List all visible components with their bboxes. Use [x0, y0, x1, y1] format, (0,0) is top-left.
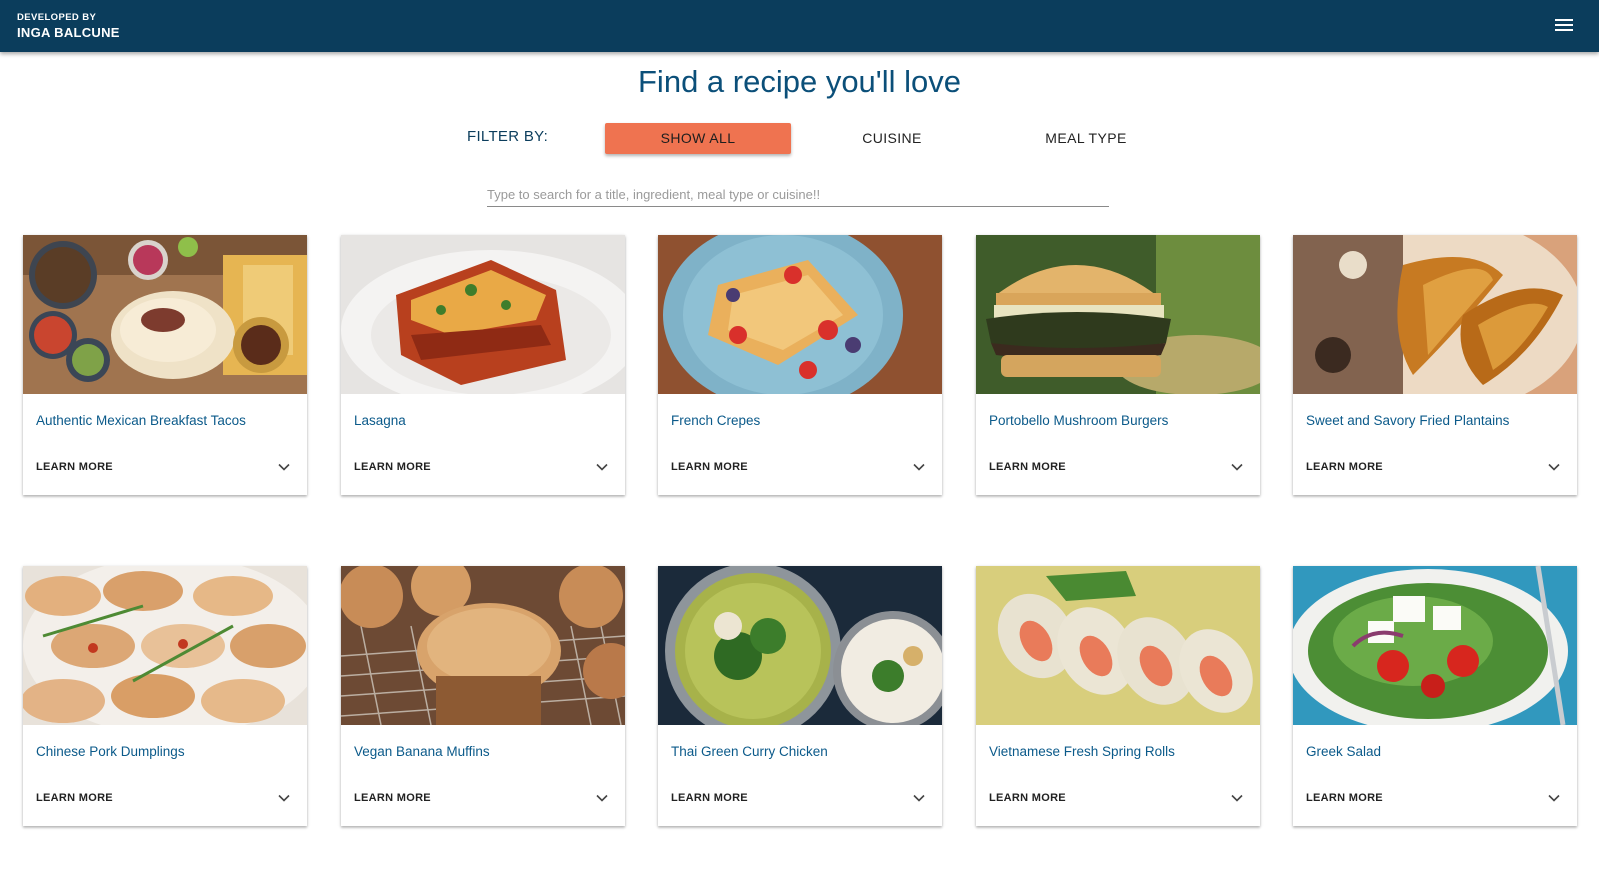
chevron-down-icon[interactable] — [595, 460, 609, 474]
recipe-card: French Crepes LEARN MORE — [658, 235, 942, 495]
learn-more-button[interactable]: LEARN MORE — [36, 461, 113, 473]
hamburger-menu-icon[interactable] — [1555, 17, 1573, 33]
learn-more-button[interactable]: LEARN MORE — [36, 792, 113, 804]
recipe-card: Vegan Banana Muffins LEARN MORE — [341, 566, 625, 826]
filter-by-label: FILTER BY: — [467, 128, 549, 145]
search-input[interactable] — [487, 183, 1109, 205]
chevron-down-icon[interactable] — [1230, 791, 1244, 805]
chevron-down-icon[interactable] — [277, 791, 291, 805]
recipe-title[interactable]: Chinese Pork Dumplings — [36, 744, 185, 759]
recipe-title[interactable]: Greek Salad — [1306, 744, 1381, 759]
recipe-card: Greek Salad LEARN MORE — [1293, 566, 1577, 826]
recipe-photo-crepes[interactable] — [658, 235, 942, 394]
learn-more-button[interactable]: LEARN MORE — [1306, 792, 1383, 804]
recipe-title[interactable]: Portobello Mushroom Burgers — [989, 413, 1168, 428]
developer-credit: DEVELOPED BY INGA BALCUNE — [17, 13, 120, 39]
recipe-card: Thai Green Curry Chicken LEARN MORE — [658, 566, 942, 826]
chevron-down-icon[interactable] — [1230, 460, 1244, 474]
recipe-photo-muffins[interactable] — [341, 566, 625, 725]
recipe-photo-spring-rolls[interactable] — [976, 566, 1260, 725]
recipe-card: Lasagna LEARN MORE — [341, 235, 625, 495]
recipe-photo-dumplings[interactable] — [23, 566, 307, 725]
recipe-photo-lasagna[interactable] — [341, 235, 625, 394]
page-title: Find a recipe you'll love — [638, 64, 961, 99]
learn-more-button[interactable]: LEARN MORE — [989, 792, 1066, 804]
filter-cuisine-button[interactable]: CUISINE — [799, 123, 985, 154]
recipe-title[interactable]: Vietnamese Fresh Spring Rolls — [989, 744, 1175, 759]
recipe-photo-tacos[interactable] — [23, 235, 307, 394]
recipe-photo-plantains[interactable] — [1293, 235, 1577, 394]
learn-more-button[interactable]: LEARN MORE — [1306, 461, 1383, 473]
filter-meal-type-button[interactable]: MEAL TYPE — [993, 123, 1179, 154]
recipe-card: Portobello Mushroom Burgers LEARN MORE — [976, 235, 1260, 495]
recipe-title[interactable]: Vegan Banana Muffins — [354, 744, 490, 759]
chevron-down-icon[interactable] — [912, 460, 926, 474]
filter-show-all-button[interactable]: SHOW ALL — [605, 123, 791, 154]
recipe-photo-burger[interactable] — [976, 235, 1260, 394]
recipe-title[interactable]: Sweet and Savory Fried Plantains — [1306, 413, 1509, 428]
chevron-down-icon[interactable] — [595, 791, 609, 805]
chevron-down-icon[interactable] — [912, 791, 926, 805]
learn-more-button[interactable]: LEARN MORE — [671, 792, 748, 804]
chevron-down-icon[interactable] — [1547, 791, 1561, 805]
recipe-card: Vietnamese Fresh Spring Rolls LEARN MORE — [976, 566, 1260, 826]
recipe-card: Sweet and Savory Fried Plantains LEARN M… — [1293, 235, 1577, 495]
chevron-down-icon[interactable] — [1547, 460, 1561, 474]
recipe-photo-curry[interactable] — [658, 566, 942, 725]
recipe-photo-greek-salad[interactable] — [1293, 566, 1577, 725]
recipe-title[interactable]: Thai Green Curry Chicken — [671, 744, 828, 759]
recipe-card: Authentic Mexican Breakfast Tacos LEARN … — [23, 235, 307, 495]
developer-name: INGA BALCUNE — [17, 24, 120, 40]
learn-more-button[interactable]: LEARN MORE — [671, 461, 748, 473]
app-bar: DEVELOPED BY INGA BALCUNE — [0, 0, 1599, 52]
recipe-card: Chinese Pork Dumplings LEARN MORE — [23, 566, 307, 826]
learn-more-button[interactable]: LEARN MORE — [354, 792, 431, 804]
recipe-title[interactable]: Lasagna — [354, 413, 406, 428]
chevron-down-icon[interactable] — [277, 460, 291, 474]
recipe-title[interactable]: French Crepes — [671, 413, 760, 428]
learn-more-button[interactable]: LEARN MORE — [989, 461, 1066, 473]
learn-more-button[interactable]: LEARN MORE — [354, 461, 431, 473]
developed-by-label: DEVELOPED BY — [17, 12, 97, 23]
recipe-title[interactable]: Authentic Mexican Breakfast Tacos — [36, 413, 246, 428]
search-field — [487, 183, 1109, 207]
